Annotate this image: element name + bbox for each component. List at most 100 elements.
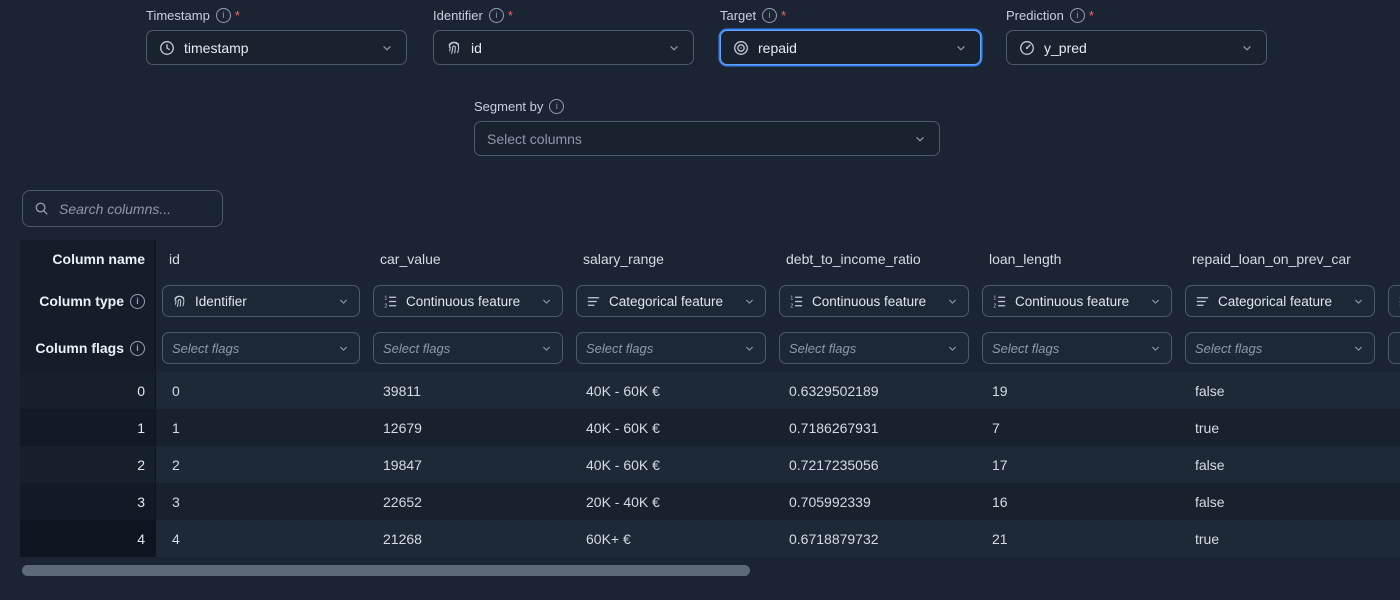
- chevron-down-icon: [1149, 342, 1162, 355]
- column-flags-row: Column flags Select flags Select flags S…: [20, 324, 1400, 372]
- chevron-down-icon: [380, 41, 394, 55]
- cell-salary-range: 40K - 60K €: [570, 409, 773, 446]
- fingerprint-icon: [446, 40, 462, 56]
- svg-text:2: 2: [993, 303, 996, 308]
- table-row: 0 0 39811 40K - 60K € 0.6329502189 19 fa…: [20, 372, 1400, 409]
- column-header-salary-range: salary_range: [570, 240, 773, 278]
- timestamp-select[interactable]: timestamp: [146, 30, 407, 65]
- table-row: 4 4 21268 60K+ € 0.6718879732 21 true: [20, 520, 1400, 557]
- svg-text:2: 2: [790, 303, 793, 308]
- column-flags-select-debt-to-income-ratio[interactable]: Select flags: [779, 332, 969, 364]
- target-label: Target *: [720, 6, 981, 24]
- continuous-feature-icon: 12: [383, 294, 398, 309]
- columns-table: Column name id car_value salary_range de…: [20, 240, 1400, 557]
- info-icon: [489, 8, 504, 23]
- column-header-repaid-loan-on-prev-car: repaid_loan_on_prev_car: [1179, 240, 1382, 278]
- cell-id: 0: [156, 372, 367, 409]
- chevron-down-icon: [540, 295, 553, 308]
- row-index: 2: [20, 446, 156, 483]
- cell-loan-length: 21: [976, 520, 1179, 557]
- svg-text:1: 1: [384, 295, 387, 301]
- prediction-select[interactable]: y_pred: [1006, 30, 1267, 65]
- cell-debt-to-income-ratio: 0.7217235056: [773, 446, 976, 483]
- segment-by-label: Segment by: [474, 97, 940, 115]
- segment-by-group: Segment by Select columns: [474, 97, 940, 156]
- fingerprint-icon: [172, 294, 187, 309]
- column-type-select-debt-to-income-ratio[interactable]: 12 Continuous feature: [779, 285, 969, 317]
- info-icon: [762, 8, 777, 23]
- column-flags-select-repaid-loan-on-prev-car[interactable]: Select flags: [1185, 332, 1375, 364]
- chevron-down-icon: [337, 295, 350, 308]
- identifier-label: Identifier *: [433, 6, 694, 24]
- segment-by-label-text: Segment by: [474, 99, 543, 114]
- search-input[interactable]: [57, 200, 211, 218]
- timestamp-label-text: Timestamp: [146, 8, 210, 23]
- continuous-feature-icon: 12: [992, 294, 1007, 309]
- column-type-row-header: Column type: [20, 278, 156, 324]
- identifier-label-text: Identifier: [433, 8, 483, 23]
- column-type-select-repaid-loan-on-prev-car[interactable]: Categorical feature: [1185, 285, 1375, 317]
- column-setup-screen: Timestamp * timestamp Identifier * id: [0, 0, 1400, 600]
- required-asterisk: *: [508, 8, 513, 23]
- horizontal-scrollbar[interactable]: [22, 565, 750, 576]
- cell-debt-to-income-ratio: 0.705992339: [773, 483, 976, 520]
- target-select-group: Target * repaid: [720, 6, 981, 65]
- column-type-select-partial[interactable]: [1388, 285, 1400, 317]
- table-row: 3 3 22652 20K - 40K € 0.705992339 16 fal…: [20, 483, 1400, 520]
- cell-car-value: 12679: [367, 409, 570, 446]
- cell-id: 3: [156, 483, 367, 520]
- cell-salary-range: 60K+ €: [570, 520, 773, 557]
- cell-repaid-loan-on-prev-car: false: [1179, 372, 1382, 409]
- chevron-down-icon: [540, 342, 553, 355]
- cell-id: 4: [156, 520, 367, 557]
- column-type-select-salary-range[interactable]: Categorical feature: [576, 285, 766, 317]
- chevron-down-icon: [1352, 342, 1365, 355]
- column-flags-select-loan-length[interactable]: Select flags: [982, 332, 1172, 364]
- column-flags-select-partial[interactable]: [1388, 332, 1400, 364]
- target-select-value: repaid: [758, 40, 945, 56]
- required-asterisk: *: [235, 8, 240, 23]
- column-type-select-loan-length[interactable]: 12 Continuous feature: [982, 285, 1172, 317]
- column-flags-select-salary-range[interactable]: Select flags: [576, 332, 766, 364]
- table-header-row: Column name id car_value salary_range de…: [20, 240, 1400, 278]
- prediction-label: Prediction *: [1006, 6, 1267, 24]
- cell-salary-range: 40K - 60K €: [570, 446, 773, 483]
- info-icon: [1070, 8, 1085, 23]
- continuous-feature-icon: 12: [789, 294, 804, 309]
- row-index: 0: [20, 372, 156, 409]
- chevron-down-icon: [743, 342, 756, 355]
- chevron-down-icon: [946, 342, 959, 355]
- cell-loan-length: 19: [976, 372, 1179, 409]
- identifier-select-group: Identifier * id: [433, 6, 694, 65]
- column-flags-select-id[interactable]: Select flags: [162, 332, 360, 364]
- required-asterisk: *: [781, 8, 786, 23]
- column-name-row-header: Column name: [20, 240, 156, 278]
- segment-by-select[interactable]: Select columns: [474, 121, 940, 156]
- cell-id: 1: [156, 409, 367, 446]
- info-icon: [216, 8, 231, 23]
- target-select[interactable]: repaid: [720, 30, 981, 65]
- cell-car-value: 39811: [367, 372, 570, 409]
- table-row: 2 2 19847 40K - 60K € 0.7217235056 17 fa…: [20, 446, 1400, 483]
- row-index: 3: [20, 483, 156, 520]
- column-type-select-id[interactable]: Identifier: [162, 285, 360, 317]
- column-header-debt-to-income-ratio: debt_to_income_ratio: [773, 240, 976, 278]
- column-flags-row-header: Column flags: [20, 324, 156, 372]
- clock-icon: [159, 40, 175, 56]
- cell-loan-length: 16: [976, 483, 1179, 520]
- cell-id: 2: [156, 446, 367, 483]
- chevron-down-icon: [1240, 41, 1254, 55]
- chevron-down-icon: [743, 295, 756, 308]
- column-type-select-car-value[interactable]: 12 Continuous feature: [373, 285, 563, 317]
- prediction-icon: [1019, 40, 1035, 56]
- cell-debt-to-income-ratio: 0.7186267931: [773, 409, 976, 446]
- info-icon: [130, 294, 145, 309]
- info-icon: [130, 341, 145, 356]
- column-header-partial: [1382, 240, 1400, 278]
- chevron-down-icon: [337, 342, 350, 355]
- cell-salary-range: 20K - 40K €: [570, 483, 773, 520]
- target-icon: [733, 40, 749, 56]
- column-flags-select-car-value[interactable]: Select flags: [373, 332, 563, 364]
- column-header-loan-length: loan_length: [976, 240, 1179, 278]
- identifier-select[interactable]: id: [433, 30, 694, 65]
